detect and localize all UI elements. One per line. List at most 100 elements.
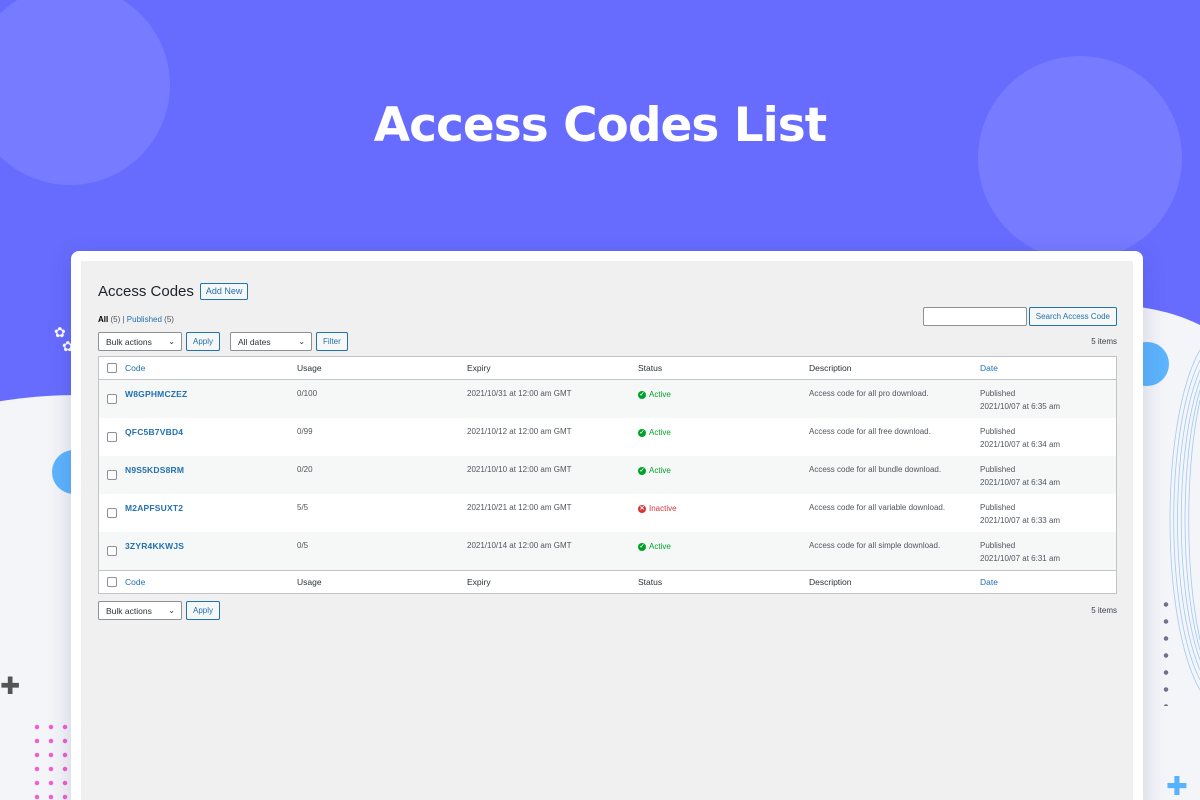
status-cell: ✓ Active: [638, 456, 809, 494]
row-checkbox[interactable]: [107, 546, 117, 556]
page-heading: Access Codes: [98, 282, 194, 300]
tablenav-bottom: Bulk actions ⌄ Apply 5 items: [98, 601, 1117, 620]
usage-cell: 0/99: [297, 427, 313, 436]
chevron-down-icon: ⌄: [168, 337, 175, 346]
column-date[interactable]: Date: [980, 577, 1116, 587]
select-all-cell: [99, 361, 125, 375]
code-link[interactable]: QFC5B7VBD4: [125, 427, 183, 437]
column-date[interactable]: Date: [980, 363, 1116, 373]
code-link[interactable]: M2APFSUXT2: [125, 503, 183, 513]
search-button[interactable]: Search Access Code: [1028, 307, 1117, 326]
table-row: M2APFSUXT2 5/5 2021/10/21 at 12:00 am GMT ✕…: [99, 494, 1116, 532]
chevron-down-icon: ⌄: [168, 606, 175, 615]
date-value: 2021/10/07 at 6:34 am: [980, 477, 1061, 487]
bulk-actions-select[interactable]: Bulk actions ⌄: [98, 601, 182, 620]
status-badge: ✓ Active: [638, 465, 671, 478]
row-checkbox[interactable]: [107, 394, 117, 404]
table-row: N9S5KDS8RM 0/20 2021/10/10 at 12:00 am GMT…: [99, 456, 1116, 494]
view-all-count: (5): [110, 315, 121, 324]
apply-button[interactable]: Apply: [186, 332, 221, 351]
expiry-cell: 2021/10/31 at 12:00 am GMT: [467, 389, 572, 398]
usage-cell: 0/100: [297, 389, 318, 398]
status-cell: ✕ Inactive: [638, 494, 809, 532]
column-description: Description: [809, 577, 852, 587]
add-new-button[interactable]: Add New: [199, 282, 249, 300]
status-badge: ✓ Active: [638, 541, 671, 554]
date-cell: Published 2021/10/07 at 6:34 am: [980, 418, 1116, 456]
column-code[interactable]: Code: [125, 363, 297, 373]
decor-dots: [30, 720, 70, 800]
check-circle-icon: ✓: [638, 543, 646, 551]
date-value: 2021/10/07 at 6:34 am: [980, 439, 1061, 449]
table-header: Code Usage Expiry Status Description Dat…: [99, 357, 1116, 380]
status-label: Active: [649, 389, 671, 399]
column-expiry: Expiry: [467, 363, 491, 373]
expiry-cell: 2021/10/14 at 12:00 am GMT: [467, 541, 572, 550]
select-all-checkbox[interactable]: [107, 577, 117, 587]
view-published-count: (5): [164, 315, 174, 324]
decor-dots: [1162, 596, 1170, 706]
row-checkbox[interactable]: [107, 508, 117, 518]
plus-icon: ✚: [1166, 772, 1188, 800]
dates-select[interactable]: All dates ⌄: [230, 332, 313, 351]
plus-icon: ✚: [0, 672, 21, 700]
view-all-link[interactable]: All: [98, 315, 108, 324]
column-expiry: Expiry: [467, 577, 491, 587]
check-circle-icon: ✓: [638, 391, 646, 399]
date-status: Published: [980, 503, 1016, 512]
code-cell: N9S5KDS8RM: [125, 456, 297, 494]
code-cell: QFC5B7VBD4: [125, 418, 297, 456]
bulk-actions-value: Bulk actions: [106, 605, 152, 616]
table-row: W8GPHMCZEZ 0/100 2021/10/31 at 12:00 am GM…: [99, 380, 1116, 418]
code-cell: 3ZYR4KKWJS: [125, 532, 297, 570]
status-label: Active: [649, 427, 671, 437]
search-input[interactable]: [922, 307, 1027, 326]
code-cell: W8GPHMCZEZ: [125, 380, 297, 418]
row-checkbox-cell: [99, 456, 125, 494]
view-published-link[interactable]: Published: [127, 315, 162, 324]
row-checkbox[interactable]: [107, 432, 117, 442]
table-row: QFC5B7VBD4 0/99 2021/10/12 at 12:00 am GMT…: [99, 418, 1116, 456]
apply-button[interactable]: Apply: [186, 601, 221, 620]
date-cell: Published 2021/10/07 at 6:34 am: [980, 456, 1116, 494]
description-cell: Access code for all variable download.: [809, 503, 946, 512]
row-checkbox-cell: [99, 532, 125, 570]
check-circle-icon: ✓: [638, 467, 646, 475]
date-status: Published: [980, 465, 1016, 474]
search-box: Search Access Code: [922, 307, 1117, 326]
status-cell: ✓ Active: [638, 380, 809, 418]
select-all-checkbox[interactable]: [107, 363, 117, 373]
status-badge: ✓ Active: [638, 389, 671, 402]
date-value: 2021/10/07 at 6:35 am: [980, 401, 1061, 411]
view-separator: |: [122, 315, 125, 324]
column-status: Status: [638, 363, 663, 373]
filter-button[interactable]: Filter: [316, 332, 348, 351]
banner-title: Access Codes List: [373, 98, 827, 153]
column-code[interactable]: Code: [125, 577, 297, 587]
expiry-cell: 2021/10/10 at 12:00 am GMT: [467, 465, 572, 474]
code-link[interactable]: N9S5KDS8RM: [125, 465, 184, 475]
description-cell: Access code for all free download.: [809, 427, 931, 436]
decor-circle: [978, 56, 1182, 260]
admin-window: Access Codes Add New All (5) | Published…: [71, 251, 1143, 800]
status-label: Inactive: [649, 503, 677, 513]
bulk-actions-select[interactable]: Bulk actions ⌄: [98, 332, 182, 351]
date-value: 2021/10/07 at 6:33 am: [980, 515, 1061, 525]
table-body: W8GPHMCZEZ 0/100 2021/10/31 at 12:00 am GM…: [99, 380, 1116, 570]
x-circle-icon: ✕: [638, 505, 646, 513]
table-footer: Code Usage Expiry Status Description Dat…: [99, 570, 1116, 593]
admin-content: Access Codes Add New All (5) | Published…: [81, 261, 1133, 800]
row-checkbox[interactable]: [107, 470, 117, 480]
column-description: Description: [809, 363, 852, 373]
status-label: Active: [649, 541, 671, 551]
access-codes-screen: Access Codes Add New All (5) | Published…: [98, 279, 1117, 620]
code-link[interactable]: W8GPHMCZEZ: [125, 389, 187, 399]
code-link[interactable]: 3ZYR4KKWJS: [125, 541, 184, 551]
usage-cell: 5/5: [297, 503, 309, 512]
description-cell: Access code for all simple download.: [809, 541, 941, 550]
row-checkbox-cell: [99, 494, 125, 532]
usage-cell: 0/20: [297, 465, 313, 474]
row-checkbox-cell: [99, 380, 125, 418]
code-cell: M2APFSUXT2: [125, 494, 297, 532]
status-label: Active: [649, 465, 671, 475]
